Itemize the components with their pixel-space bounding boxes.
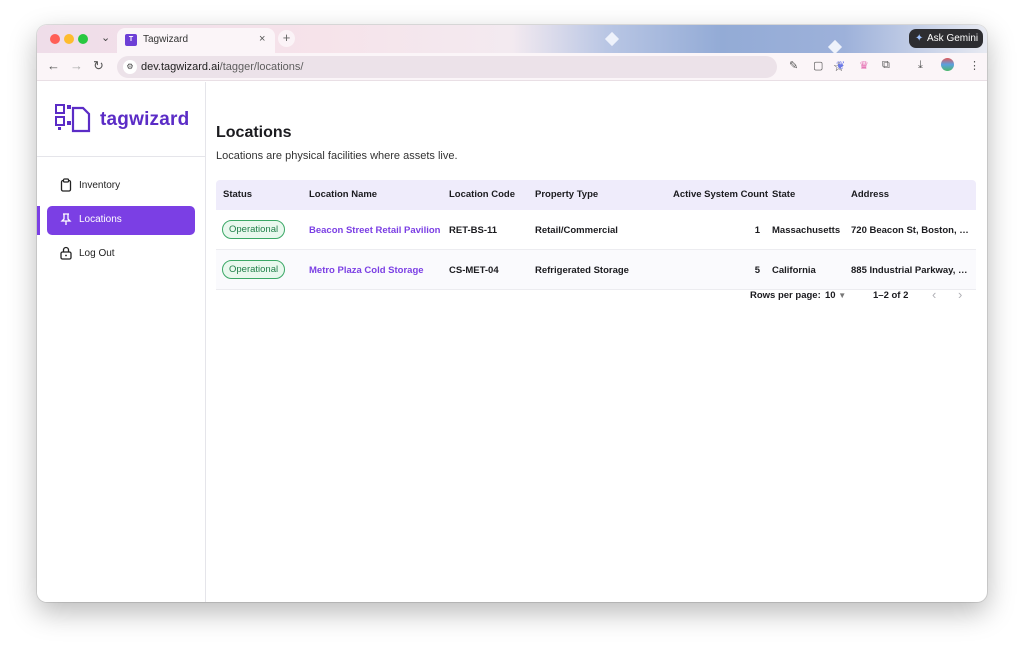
back-arrow-icon[interactable]: ← — [47, 58, 60, 73]
sidebar-item-logout[interactable]: Log Out — [47, 240, 195, 269]
lock-icon — [60, 246, 72, 260]
tab-square-icon[interactable]: ▢ — [813, 59, 823, 72]
url-host: dev.tagwizard.ai — [141, 61, 220, 73]
clipboard-icon — [60, 178, 72, 192]
property-type-cell: Retail/Commercial — [535, 225, 618, 236]
pin-icon — [60, 213, 72, 225]
status-badge: Operational — [222, 220, 286, 239]
active-nav-marker — [37, 206, 40, 235]
tab-strip: ⌄ T Tagwizard × + ✦ Ask Gemini — [37, 25, 987, 55]
sidebar: tagwizard Inventory Locations Log Out — [37, 82, 206, 602]
table-row[interactable]: Operational Beacon Street Retail Pavilio… — [216, 210, 976, 250]
next-page-icon[interactable]: › — [958, 287, 962, 302]
decor-diamond — [604, 31, 620, 47]
column-header-location-name[interactable]: Location Name — [309, 189, 377, 200]
sidebar-divider — [37, 156, 206, 157]
active-system-count-cell: 1 — [754, 225, 760, 236]
minimize-window-button[interactable] — [64, 34, 74, 44]
column-header-status[interactable]: Status — [223, 189, 252, 200]
tagwizard-favicon-icon: T — [125, 34, 137, 46]
ask-gemini-label: Ask Gemini — [927, 33, 979, 44]
location-name-link[interactable]: Metro Plaza Cold Storage — [309, 265, 441, 276]
address-cell: 720 Beacon St, Boston, M... — [851, 225, 971, 236]
feather-icon[interactable]: ❦ — [836, 59, 845, 72]
column-header-state[interactable]: State — [772, 189, 795, 200]
main-content: Locations Locations are physical facilit… — [207, 82, 987, 602]
dropdown-caret-icon: ▼ — [838, 291, 847, 300]
pagination-range: 1–2 of 2 — [873, 290, 909, 301]
extensions-puzzle-icon[interactable]: ⧉ — [882, 59, 890, 72]
column-header-location-code[interactable]: Location Code — [449, 189, 515, 200]
rows-per-page-select[interactable]: 10 ▼ — [825, 290, 846, 301]
pen-icon[interactable]: ✎ — [789, 59, 798, 72]
sidebar-item-label: Log Out — [79, 248, 115, 259]
location-code-cell: RET-BS-11 — [449, 225, 498, 236]
ask-gemini-button[interactable]: ✦ Ask Gemini — [909, 29, 983, 48]
address-bar[interactable]: ⚙ dev.tagwizard.ai/tagger/locations/ ☆ — [117, 56, 845, 78]
site-settings-icon[interactable]: ⚙ — [123, 60, 137, 74]
close-window-button[interactable] — [50, 34, 60, 44]
location-code-cell: CS-MET-04 — [449, 265, 499, 276]
previous-page-icon[interactable]: ‹ — [932, 287, 936, 302]
decor-diamond — [827, 39, 843, 55]
page-subtitle: Locations are physical facilities where … — [216, 150, 458, 162]
browser-window: ⌄ T Tagwizard × + ✦ Ask Gemini ← → ↻ ⚙ d… — [37, 25, 987, 602]
table-row[interactable]: Operational Metro Plaza Cold Storage CS-… — [216, 250, 976, 290]
reload-icon[interactable]: ↻ — [93, 58, 104, 74]
new-tab-button[interactable]: + — [278, 30, 295, 47]
url-text: dev.tagwizard.ai/tagger/locations/ — [141, 61, 303, 73]
column-header-property-type[interactable]: Property Type — [535, 189, 598, 200]
gemini-sparkle-icon: ✦ — [915, 33, 924, 44]
state-cell: California — [772, 265, 816, 276]
page-title: Locations — [216, 124, 292, 141]
sidebar-item-inventory[interactable]: Inventory — [47, 172, 195, 201]
rows-per-page-value: 10 — [825, 290, 836, 301]
browser-toolbar: ← → ↻ ⚙ dev.tagwizard.ai/tagger/location… — [37, 53, 987, 81]
address-cell: 885 Industrial Parkway, Lo... — [851, 265, 971, 276]
tab-search-chevron-icon[interactable]: ⌄ — [101, 31, 110, 44]
rows-per-page-label: Rows per page: — [750, 290, 821, 301]
state-cell: Massachusetts — [772, 225, 841, 236]
tab-title: Tagwizard — [143, 34, 189, 45]
property-type-cell: Refrigerated Storage — [535, 265, 629, 276]
browser-tab[interactable]: T Tagwizard × — [117, 28, 275, 53]
logo-text: tagwizard — [100, 109, 190, 130]
profile-avatar-icon[interactable] — [941, 58, 954, 71]
forward-arrow-icon[interactable]: → — [70, 58, 83, 73]
tagwizard-logo-icon — [55, 104, 91, 133]
sidebar-item-locations[interactable]: Locations — [47, 206, 195, 235]
column-header-active-system-count[interactable]: Active System Count — [673, 189, 768, 200]
status-badge: Operational — [222, 260, 286, 279]
tab-close-icon[interactable]: × — [259, 33, 265, 45]
table-header: Status Location Name Location Code Prope… — [216, 180, 976, 210]
crown-icon[interactable]: ♛ — [859, 59, 869, 72]
sidebar-item-label: Inventory — [79, 180, 121, 191]
url-path: /tagger/locations/ — [219, 61, 304, 73]
column-header-address[interactable]: Address — [851, 189, 889, 200]
more-menu-icon[interactable]: ⋮ — [969, 59, 980, 72]
location-name-link[interactable]: Beacon Street Retail Pavilion — [309, 225, 441, 236]
maximize-window-button[interactable] — [78, 34, 88, 44]
download-icon[interactable]: ⤓ — [918, 59, 923, 72]
locations-table: Status Location Name Location Code Prope… — [216, 180, 976, 290]
active-system-count-cell: 5 — [754, 265, 760, 276]
sidebar-item-label: Locations — [79, 214, 122, 225]
